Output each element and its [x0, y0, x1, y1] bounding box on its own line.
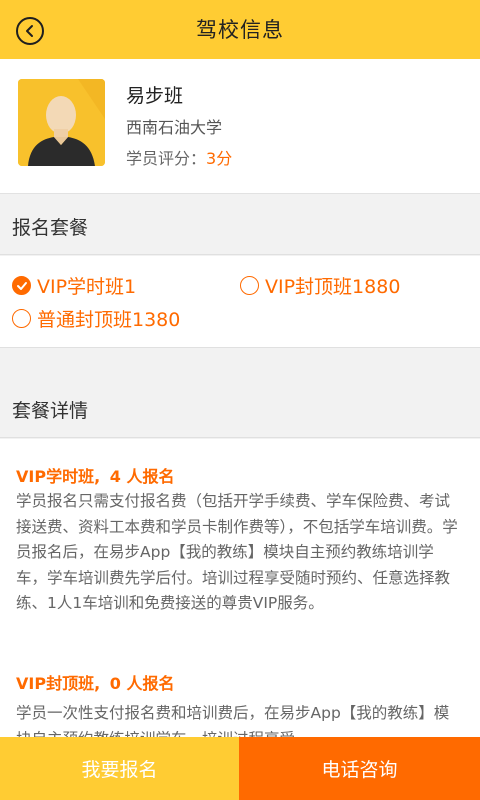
radio-unchecked-icon — [12, 309, 31, 328]
detail-item-body: 学员报名只需支付报名费（包括开学手续费、学车保险费、考试接送费、资料工本费和学员… — [16, 492, 458, 612]
package-details: VIP学时班, 4 人报名 学员报名只需支付报名费（包括开学手续费、学车保险费、… — [0, 439, 480, 739]
package-option-label: 普通封顶班1380 — [37, 309, 181, 331]
phone-consult-button[interactable]: 电话咨询 — [239, 737, 480, 800]
packages-section-header: 报名套餐 — [0, 195, 480, 255]
rating-row: 学员评分：3分 — [126, 145, 232, 169]
packages-list — [0, 256, 480, 348]
package-option-label: VIP学时班1 — [37, 276, 137, 298]
school-name: 易步班 — [126, 85, 184, 107]
detail-item-count: 0 — [109, 674, 121, 693]
enroll-button[interactable]: 我要报名 — [0, 737, 239, 800]
driving-school-info-page: 驾校信息 易步班 西南石油大学 学员评分：3分 报名套餐 VIP学时班1 VIP… — [0, 0, 480, 800]
package-option-vip-capped[interactable]: VIP封顶班1880 — [240, 272, 400, 299]
detail-item-count-suffix: 人报名 — [126, 674, 175, 693]
package-option-vip-hourly[interactable]: VIP学时班1 — [12, 272, 136, 299]
radio-unchecked-icon — [240, 276, 259, 295]
school-profile-card: 易步班 西南石油大学 学员评分：3分 — [0, 59, 480, 194]
details-section-header: 套餐详情 — [0, 378, 480, 438]
detail-item-body: 学员一次性支付报名费和培训费后，在易步App【我的教练】模块自主预约教练培训学车… — [16, 704, 450, 739]
detail-item-name: VIP学时班, — [16, 467, 101, 486]
radio-checked-icon — [12, 276, 31, 295]
page-title: 驾校信息 — [196, 18, 284, 42]
detail-item-count-suffix: 人报名 — [126, 467, 175, 486]
rating-label: 学员评分： — [126, 149, 207, 168]
footer-action-bar: 我要报名 电话咨询 — [0, 737, 480, 800]
header-bar: 驾校信息 — [0, 0, 480, 59]
package-option-standard-capped[interactable]: 普通封顶班1380 — [12, 305, 180, 332]
person-silhouette-icon — [18, 79, 105, 166]
details-section-title: 套餐详情 — [12, 400, 89, 422]
detail-item-title: VIP学时班, 4 人报名 — [16, 463, 174, 487]
package-option-label: VIP封顶班1880 — [265, 276, 401, 298]
detail-item-count: 4 — [109, 467, 121, 486]
detail-item-name: VIP封顶班, — [16, 674, 101, 693]
rating-value: 3分 — [206, 149, 233, 168]
detail-item-title: VIP封顶班, 0 人报名 — [16, 670, 174, 694]
school-university: 西南石油大学 — [126, 118, 223, 137]
packages-section-title: 报名套餐 — [12, 217, 89, 239]
